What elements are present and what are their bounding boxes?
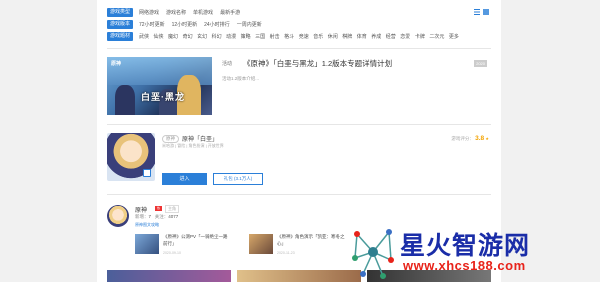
filter-option[interactable]: 游戏名称 [166,9,186,16]
video-date: 2020-11-23 [277,251,295,255]
thumbnail[interactable] [107,270,231,282]
filter-option[interactable]: 养成 [371,33,381,40]
video-thumbnail[interactable] [135,234,159,254]
character-tag: 主角 [165,205,179,213]
filter-option[interactable]: 魔幻 [168,33,178,40]
filter-option[interactable]: 单机游戏 [193,9,213,16]
filter-tag-type[interactable]: 游戏类型 [107,8,134,17]
filter-option[interactable]: 一周内更新 [237,21,262,28]
watermark-logo-icon [352,229,394,279]
filter-option[interactable]: 12小时更新 [172,21,198,28]
video-thumbnail[interactable] [249,234,273,254]
rating-label: 游戏评分： [451,136,474,141]
filter-option[interactable]: 二次元 [429,33,444,40]
filter-tag-version[interactable]: 游戏版本 [107,20,134,29]
news-category: 活动 [222,61,233,67]
filter-option[interactable]: 仙侠 [154,33,164,40]
stat-label: 新增： [135,214,149,219]
game-rating: 游戏评分： 3.8 ★ [451,135,489,142]
filter-tag-theme[interactable]: 游戏题材 [107,32,134,41]
hot-badge: 热 [155,206,162,211]
news-summary: 活动1.2版本介绍... [222,76,260,81]
character-stats: 新增：7 关注：4077 [135,214,178,220]
filter-option[interactable]: 玄幻 [197,33,207,40]
game-meta: 米哈游 | 冒险 | 角色扮演 | 开放世界 [162,143,224,148]
filter-option[interactable]: 卡牌 [415,33,425,40]
filter-option[interactable]: 武侠 [139,33,149,40]
watermark-url: www.xhcs188.com [403,258,526,273]
filter-option[interactable]: 格斗 [284,33,294,40]
filter-option[interactable]: 24小时排行 [204,21,230,28]
character-name[interactable]: 原神 [135,205,147,214]
filter-option[interactable]: 棋牌 [342,33,352,40]
news-banner-image[interactable]: 原神 白垩·黑龙 [107,57,212,115]
video-date: 2020-09-10 [163,251,181,255]
banner-title: 白垩·黑龙 [141,92,185,102]
enter-button[interactable]: 进入 [162,173,207,185]
thumbnail[interactable] [237,270,361,282]
divider [107,194,491,195]
filter-option[interactable]: 动漫 [226,33,236,40]
watermark-text: 星火智游网 [400,232,531,260]
character-avatar[interactable] [107,205,129,227]
view-toggle [474,9,489,15]
star-icon: ★ [485,136,489,141]
rating-value: 3.8 [475,135,485,142]
filter-option[interactable]: 体育 [357,33,367,40]
character-link[interactable]: 原神图文攻略 [135,222,159,228]
filter-option[interactable]: 科幻 [212,33,222,40]
stat-label: 关注： [154,214,169,219]
divider [107,48,491,49]
grid-view-icon[interactable] [483,9,489,15]
game-name[interactable]: 原神「白垩」 [182,134,218,143]
game-name-row: 原神 原神「白垩」 [162,134,218,143]
video-title[interactable]: 《原神》角色演示「凯亚：寒冬之心」 [277,234,345,247]
divider [107,124,491,125]
filter-row-theme: 游戏题材 武侠 仙侠 魔幻 奇幻 玄幻 科幻 动漫 策略 三国 射击 格斗 竞速… [107,31,459,42]
banner-logo: 原神 [111,61,122,67]
filter-row-version: 游戏版本 72小时更新 12小时更新 24小时排行 一周内更新 [107,19,269,30]
watermark: 星火智游网 www.xhcs188.com [345,222,600,282]
filter-option[interactable]: 更多 [449,33,459,40]
list-view-icon[interactable] [474,9,480,15]
filter-option[interactable]: 网络游戏 [139,9,159,16]
filter-option[interactable]: 竞速 [299,33,309,40]
game-pill: 原神 [162,134,179,143]
news-title-link[interactable]: 《原神》「白垩与黑龙」1.2版本专题详情计划 [243,58,392,69]
stat-value: 7 [148,214,152,219]
filter-option[interactable]: 经营 [386,33,396,40]
filter-row-type: 游戏类型 网络游戏 游戏名称 单机游戏 最新手游 [107,7,247,18]
filter-option[interactable]: 音乐 [313,33,323,40]
filter-option[interactable]: 策略 [241,33,251,40]
news-date: 2020 [474,60,487,67]
video-title[interactable]: 《原神》公测PV「一骑绝尘一路前行」 [163,234,231,247]
game-avatar[interactable] [107,133,155,181]
filter-option[interactable]: 恋爱 [400,33,410,40]
filter-option[interactable]: 三国 [255,33,265,40]
filter-option[interactable]: 最新手游 [220,9,240,16]
gift-button[interactable]: 礼包 (3.1万人) [213,173,263,185]
filter-option[interactable]: 射击 [270,33,280,40]
app-icon [143,169,151,177]
filter-option[interactable]: 奇幻 [183,33,193,40]
stat-value: 4077 [168,214,179,219]
filter-option[interactable]: 休闲 [328,33,338,40]
filter-option[interactable]: 72小时更新 [139,21,165,28]
